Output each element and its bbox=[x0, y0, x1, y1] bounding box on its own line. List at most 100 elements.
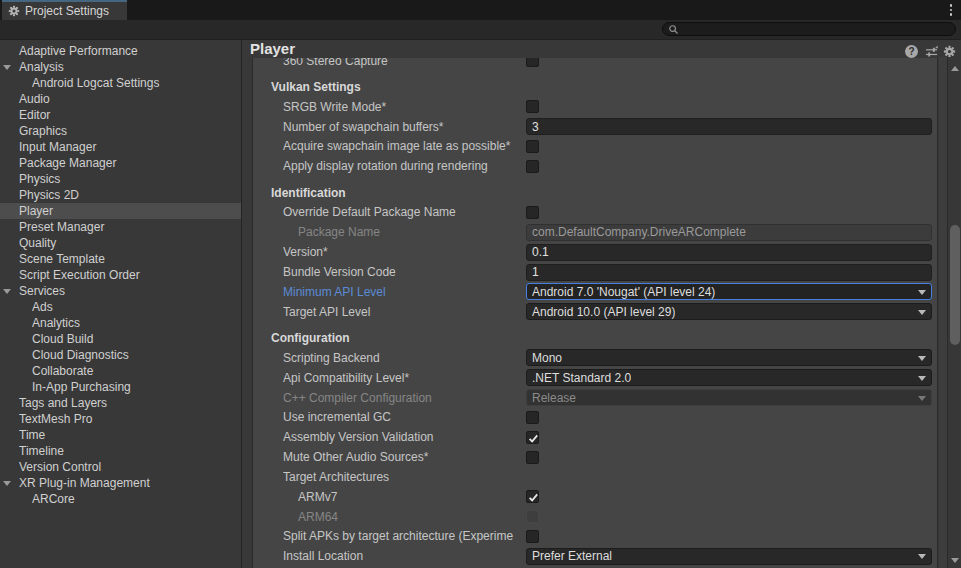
dropdown-minimum-api-level[interactable]: Android 7.0 'Nougat' (API level 24) bbox=[526, 283, 932, 300]
sidebar-item-label: Android Logcat Settings bbox=[0, 76, 159, 90]
text-field-bundle-version-code[interactable]: 1 bbox=[526, 264, 932, 281]
sidebar-item-android-logcat-settings[interactable]: Android Logcat Settings bbox=[0, 75, 241, 91]
tab-project-settings[interactable]: Project Settings bbox=[2, 0, 127, 20]
sidebar-item-services[interactable]: Services bbox=[0, 283, 241, 299]
row-override-default-package-name: Override Default Package Name bbox=[253, 203, 937, 223]
sidebar-item-timeline[interactable]: Timeline bbox=[0, 443, 241, 459]
sidebar-item-label: Ads bbox=[0, 300, 53, 314]
field-control: Release bbox=[526, 389, 932, 406]
dropdown-api-compatibility-level[interactable]: .NET Standard 2.0 bbox=[526, 369, 932, 386]
dropdown-install-location[interactable]: Prefer External bbox=[526, 548, 932, 565]
sidebar-item-analytics[interactable]: Analytics bbox=[0, 315, 241, 331]
checkbox-srgb-write-mode[interactable] bbox=[526, 100, 539, 113]
row-c-compiler-configuration: C++ Compiler ConfigurationRelease bbox=[253, 388, 937, 408]
sidebar-item-editor[interactable]: Editor bbox=[0, 107, 241, 123]
sidebar-item-collaborate[interactable]: Collaborate bbox=[0, 363, 241, 379]
section-header: Configuration bbox=[271, 331, 526, 345]
presets-icon[interactable] bbox=[925, 45, 938, 58]
kebab-menu-icon[interactable] bbox=[950, 4, 953, 16]
checkbox-use-incremental-gc[interactable] bbox=[526, 411, 539, 424]
text-field-version[interactable]: 0.1 bbox=[526, 244, 932, 261]
field-label: Scripting Backend bbox=[283, 351, 526, 365]
checkbox-split-apks-by-target-architecture-experime[interactable] bbox=[526, 530, 539, 543]
sidebar-item-cloud-diagnostics[interactable]: Cloud Diagnostics bbox=[0, 347, 241, 363]
sidebar-item-graphics[interactable]: Graphics bbox=[0, 123, 241, 139]
row-360-stereo-capture: 360 Stereo Capture bbox=[253, 58, 937, 71]
checkbox-armv7[interactable] bbox=[526, 490, 539, 503]
sidebar-item-label: Collaborate bbox=[0, 364, 93, 378]
sidebar-item-adaptive-performance[interactable]: Adaptive Performance bbox=[0, 43, 241, 59]
sidebar-item-time[interactable]: Time bbox=[0, 427, 241, 443]
field-label: Acquire swapchain image late as possible… bbox=[283, 139, 526, 153]
search-input[interactable] bbox=[682, 23, 955, 35]
field-label: ARMv7 bbox=[298, 490, 526, 504]
sidebar-item-scene-template[interactable]: Scene Template bbox=[0, 251, 241, 267]
checkbox-360-stereo-capture[interactable] bbox=[526, 58, 539, 67]
sidebar-item-version-control[interactable]: Version Control bbox=[0, 459, 241, 475]
field-control: Android 7.0 'Nougat' (API level 24) bbox=[526, 283, 932, 300]
field-control: 3 bbox=[526, 118, 932, 135]
sidebar-item-label: Cloud Diagnostics bbox=[0, 348, 129, 362]
row-api-compatibility-level: Api Compatibility Level*.NET Standard 2.… bbox=[253, 368, 937, 388]
checkbox-mute-other-audio-sources[interactable] bbox=[526, 451, 539, 464]
dropdown-value: Prefer External bbox=[532, 549, 612, 563]
sidebar-item-analysis[interactable]: Analysis bbox=[0, 59, 241, 75]
foldout-expanded-icon[interactable] bbox=[3, 481, 11, 486]
sidebar-item-label: Cloud Build bbox=[0, 332, 93, 346]
sidebar-item-cloud-build[interactable]: Cloud Build bbox=[0, 331, 241, 347]
search-box[interactable] bbox=[662, 22, 956, 36]
checkbox-assembly-version-validation[interactable] bbox=[526, 431, 539, 444]
sidebar-item-xr-plug-in-management[interactable]: XR Plug-in Management bbox=[0, 475, 241, 491]
vertical-scrollbar[interactable] bbox=[947, 57, 961, 568]
text-field-number-of-swapchain-buffers[interactable]: 3 bbox=[526, 118, 932, 135]
sidebar-item-label: Adaptive Performance bbox=[0, 44, 138, 58]
field-label: Apply display rotation during rendering bbox=[283, 159, 526, 173]
scrollbar-thumb[interactable] bbox=[950, 225, 960, 345]
dropdown-scripting-backend[interactable]: Mono bbox=[526, 349, 932, 366]
sidebar-item-label: Physics bbox=[0, 172, 60, 186]
sidebar-item-label: XR Plug-in Management bbox=[0, 476, 150, 490]
content-gutter bbox=[939, 57, 947, 568]
field-control: .NET Standard 2.0 bbox=[526, 369, 932, 386]
field-label: Minimum API Level bbox=[283, 285, 526, 299]
field-label: Target Architectures bbox=[283, 470, 526, 484]
field-control bbox=[526, 138, 932, 155]
sidebar-item-package-manager[interactable]: Package Manager bbox=[0, 155, 241, 171]
sidebar-item-label: Editor bbox=[0, 108, 50, 122]
help-icon[interactable]: ? bbox=[905, 45, 918, 58]
scroll-up-icon[interactable] bbox=[951, 66, 959, 71]
foldout-expanded-icon[interactable] bbox=[3, 289, 11, 294]
tab-label: Project Settings bbox=[25, 4, 109, 18]
sidebar-item-label: Version Control bbox=[0, 460, 101, 474]
sidebar-item-preset-manager[interactable]: Preset Manager bbox=[0, 219, 241, 235]
field-label: Override Default Package Name bbox=[283, 205, 526, 219]
sidebar-item-ads[interactable]: Ads bbox=[0, 299, 241, 315]
sidebar-item-quality[interactable]: Quality bbox=[0, 235, 241, 251]
checkbox-acquire-swapchain-image-late-as-possible[interactable] bbox=[526, 140, 539, 153]
field-label: Mute Other Audio Sources* bbox=[283, 450, 526, 464]
chevron-down-icon bbox=[918, 356, 926, 361]
checkbox-apply-display-rotation-during-rendering[interactable] bbox=[526, 160, 539, 173]
foldout-expanded-icon[interactable] bbox=[3, 65, 11, 70]
scroll-down-icon[interactable] bbox=[951, 558, 959, 563]
page-title: Player bbox=[250, 41, 295, 57]
row-target-api-level: Target API LevelAndroid 10.0 (API level … bbox=[253, 302, 937, 322]
checkbox-override-default-package-name[interactable] bbox=[526, 206, 539, 219]
sidebar-item-in-app-purchasing[interactable]: In-App Purchasing bbox=[0, 379, 241, 395]
sidebar-item-textmesh-pro[interactable]: TextMesh Pro bbox=[0, 411, 241, 427]
sidebar-item-label: Script Execution Order bbox=[0, 268, 140, 282]
sidebar-item-arcore[interactable]: ARCore bbox=[0, 491, 241, 507]
sidebar-item-script-execution-order[interactable]: Script Execution Order bbox=[0, 267, 241, 283]
field-control: Mono bbox=[526, 349, 932, 366]
sidebar-item-player[interactable]: Player bbox=[0, 203, 241, 219]
sidebar-item-physics-2d[interactable]: Physics 2D bbox=[0, 187, 241, 203]
sidebar-item-physics[interactable]: Physics bbox=[0, 171, 241, 187]
sidebar-item-audio[interactable]: Audio bbox=[0, 91, 241, 107]
sidebar-item-tags-and-layers[interactable]: Tags and Layers bbox=[0, 395, 241, 411]
row-split-apks-by-target-architecture-experime: Split APKs by target architecture (Exper… bbox=[253, 527, 937, 547]
sidebar-item-label: Analytics bbox=[0, 316, 80, 330]
field-control bbox=[526, 449, 932, 466]
field-control: 1 bbox=[526, 264, 932, 281]
sidebar-item-input-manager[interactable]: Input Manager bbox=[0, 139, 241, 155]
dropdown-target-api-level[interactable]: Android 10.0 (API level 29) bbox=[526, 303, 932, 320]
